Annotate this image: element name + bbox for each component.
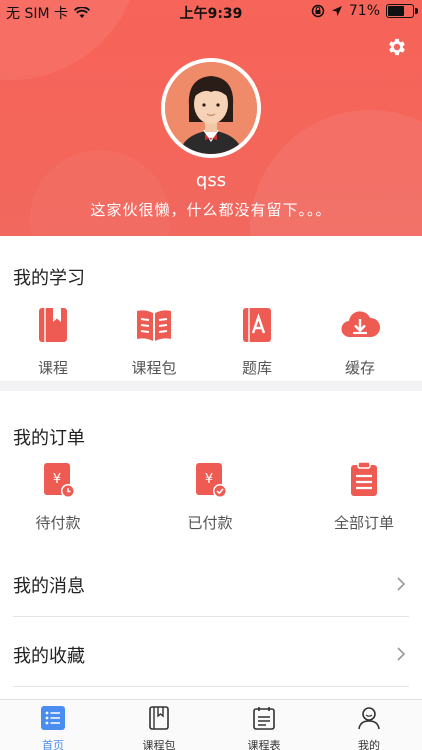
row-label: 我的收藏: [13, 646, 85, 667]
row-my-favorites[interactable]: 我的收藏: [0, 620, 422, 690]
paid-icon: ¥: [196, 463, 227, 498]
order-item-label: 全部订单: [333, 514, 394, 532]
svg-text:¥: ¥: [53, 472, 61, 487]
section-title-my-learning: 我的学习: [13, 268, 85, 289]
tab-home[interactable]: 首页: [18, 705, 88, 750]
question-bank-icon: [243, 308, 271, 342]
avatar-image: [165, 62, 257, 154]
tab-bar: 首页 课程包 课程表 我的: [0, 699, 422, 750]
list-icon: [41, 706, 65, 730]
cloud-download-icon: [341, 311, 381, 338]
order-item-label: 已付款: [187, 514, 233, 532]
row-divider: [13, 686, 409, 687]
chevron-right-icon: [397, 647, 406, 661]
avatar[interactable]: [161, 58, 261, 158]
learning-item-label: 缓存: [344, 359, 375, 377]
order-item-label: 待付款: [35, 514, 81, 532]
row-label: 我的消息: [13, 576, 85, 597]
tab-schedule[interactable]: 课程表: [229, 705, 299, 750]
learning-item-course-package[interactable]: 课程包: [114, 305, 194, 378]
tab-label: 我的: [358, 739, 380, 750]
learning-item-question-bank[interactable]: 题库: [217, 305, 297, 378]
status-bar: 无 SIM 卡 上午9:39 71%: [0, 0, 422, 24]
book-icon: [39, 308, 67, 342]
profile-motto: 这家伙很懒，什么都没有留下。。。: [90, 201, 332, 219]
svg-text:¥: ¥: [205, 472, 213, 487]
rotation-lock-icon: [311, 4, 325, 18]
row-divider: [13, 616, 409, 617]
schedule-icon: [253, 707, 275, 730]
battery-percent: 71%: [348, 3, 380, 19]
person-avatar-icon: [165, 62, 257, 154]
tab-mine[interactable]: 我的: [334, 705, 404, 750]
section-title-my-orders: 我的订单: [13, 428, 85, 449]
order-item-pending-payment[interactable]: ¥ 待付款: [18, 460, 98, 533]
tab-course-package[interactable]: 课程包: [124, 705, 194, 750]
screen: 无 SIM 卡 上午9:39 71% qss 这家伙很懒，什么都没有留下。。。 …: [0, 0, 422, 750]
username: qss: [195, 170, 227, 191]
tab-label: 课程包: [142, 739, 176, 750]
learning-item-cache[interactable]: 缓存: [320, 305, 400, 378]
section-separator: [0, 381, 422, 391]
row-my-messages[interactable]: 我的消息: [0, 550, 422, 620]
learning-item-label: 课程: [37, 359, 68, 377]
battery-icon: [386, 4, 418, 18]
pending-payment-icon: ¥: [44, 463, 75, 498]
learning-item-course[interactable]: 课程: [13, 305, 93, 378]
learning-item-label: 题库: [241, 359, 272, 377]
learning-item-label: 课程包: [131, 359, 177, 377]
order-item-paid[interactable]: ¥ 已付款: [170, 460, 250, 533]
location-arrow-icon: [331, 6, 342, 16]
person-icon: [358, 707, 380, 730]
header-decoration: [30, 150, 170, 236]
tab-label: 首页: [42, 739, 64, 750]
chevron-right-icon: [397, 577, 406, 591]
gear-icon[interactable]: [386, 36, 408, 58]
book-icon: [149, 706, 169, 730]
clipboard-icon: [351, 461, 377, 496]
tab-label: 课程表: [247, 739, 281, 750]
profile-header: 无 SIM 卡 上午9:39 71% qss 这家伙很懒，什么都没有留下。。。: [0, 0, 422, 236]
order-item-all-orders[interactable]: 全部订单: [324, 460, 404, 533]
open-book-icon: [137, 310, 171, 341]
